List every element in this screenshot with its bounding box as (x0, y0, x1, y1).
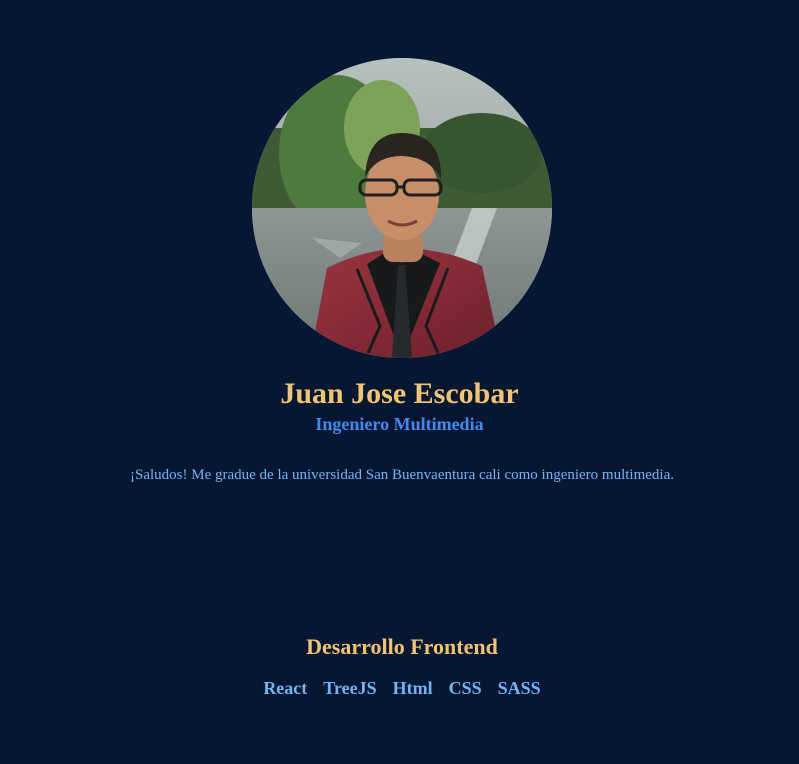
avatar (252, 58, 552, 358)
skill-treejs: TreeJS (323, 678, 377, 698)
skill-react: React (263, 678, 308, 698)
skill-sass: SASS (497, 678, 541, 698)
skills-section-title: Desarrollo Frontend (306, 634, 498, 659)
skills-list: React TreeJS Html CSS SASS (0, 677, 799, 699)
avatar-photo (252, 58, 552, 358)
profile-role: Ingeniero Multimedia (315, 414, 484, 434)
skill-html: Html (392, 678, 433, 698)
profile-name: Juan Jose Escobar (280, 377, 519, 410)
skill-css: CSS (448, 678, 482, 698)
profile-bio: ¡Saludos! Me gradue de la universidad Sa… (129, 467, 674, 483)
